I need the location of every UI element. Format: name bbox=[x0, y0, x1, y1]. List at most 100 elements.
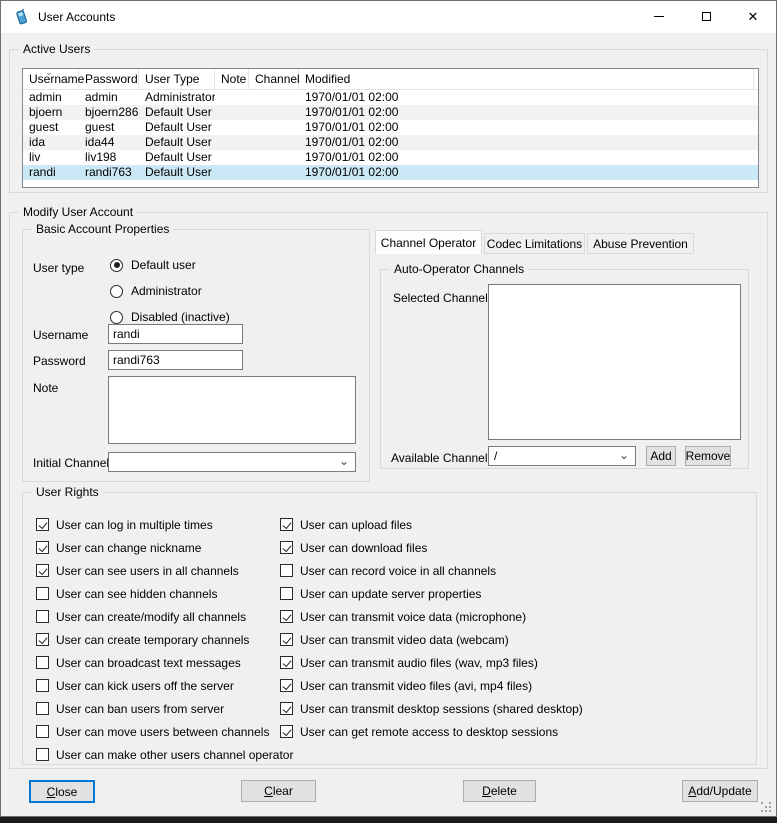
active-users-legend: Active Users bbox=[19, 42, 94, 56]
table-row-liv[interactable]: livliv198Default User1970/01/01 02:00 bbox=[23, 150, 758, 165]
checkbox-icon[interactable] bbox=[36, 587, 49, 600]
checkbox-user-can-transmit-video-data-webcam-[interactable]: User can transmit video data (webcam) bbox=[280, 628, 583, 651]
checkbox-icon[interactable] bbox=[36, 518, 49, 531]
checkbox-icon[interactable] bbox=[36, 564, 49, 577]
checkbox-user-can-broadcast-text-messages[interactable]: User can broadcast text messages bbox=[36, 651, 293, 674]
cell bbox=[249, 120, 299, 135]
selected-channels-listbox[interactable] bbox=[488, 284, 741, 440]
add-update-button[interactable]: Add/Update bbox=[682, 780, 758, 802]
table-row-ida[interactable]: idaida44Default User1970/01/01 02:00 bbox=[23, 135, 758, 150]
checkbox-user-can-kick-users-off-the-server[interactable]: User can kick users off the server bbox=[36, 674, 293, 697]
checkbox-user-can-update-server-properties[interactable]: User can update server properties bbox=[280, 582, 583, 605]
checkbox-user-can-make-other-users-channel-operat[interactable]: User can make other users channel operat… bbox=[36, 743, 293, 766]
checkbox-icon[interactable] bbox=[36, 610, 49, 623]
radio-default-user[interactable]: Default user bbox=[110, 252, 230, 278]
checkbox-icon[interactable] bbox=[280, 518, 293, 531]
checkbox-icon[interactable] bbox=[280, 702, 293, 715]
column-header-note[interactable]: Note bbox=[215, 69, 249, 89]
checkbox-icon[interactable] bbox=[36, 725, 49, 738]
checkbox-user-can-get-remote-access-to-desktop-se[interactable]: User can get remote access to desktop se… bbox=[280, 720, 583, 743]
password-input[interactable] bbox=[108, 350, 243, 370]
checkbox-user-can-upload-files[interactable]: User can upload files bbox=[280, 513, 583, 536]
checkbox-icon[interactable] bbox=[36, 748, 49, 761]
add-button[interactable]: Add bbox=[646, 446, 676, 466]
close-window-button[interactable]: ✕ bbox=[730, 1, 776, 32]
checkbox-label: User can broadcast text messages bbox=[56, 656, 241, 670]
column-header-username[interactable]: Username⌄ bbox=[23, 69, 79, 89]
username-input[interactable] bbox=[108, 324, 243, 344]
checkbox-user-can-ban-users-from-server[interactable]: User can ban users from server bbox=[36, 697, 293, 720]
radio-label: Administrator bbox=[131, 284, 202, 298]
resize-grip[interactable] bbox=[761, 802, 772, 813]
checkbox-icon[interactable] bbox=[36, 679, 49, 692]
checkbox-icon[interactable] bbox=[36, 633, 49, 646]
initial-channel-combobox[interactable]: ⌄ bbox=[108, 452, 356, 472]
table-header[interactable]: Username⌄PasswordUser TypeNote ChannelMod… bbox=[23, 69, 758, 90]
checkbox-user-can-see-users-in-all-channels[interactable]: User can see users in all channels bbox=[36, 559, 293, 582]
checkbox-label: User can make other users channel operat… bbox=[56, 748, 293, 762]
radio-administrator[interactable]: Administrator bbox=[110, 278, 230, 304]
column-header-user-type[interactable]: User Type bbox=[139, 69, 215, 89]
checkbox-user-can-download-files[interactable]: User can download files bbox=[280, 536, 583, 559]
close-button[interactable]: Close bbox=[29, 780, 95, 803]
user-rights-left-column: User can log in multiple times User can c… bbox=[36, 513, 293, 766]
note-input[interactable] bbox=[108, 376, 356, 444]
checkbox-label: User can change nickname bbox=[56, 541, 201, 555]
column-header-password[interactable]: Password bbox=[79, 69, 139, 89]
basic-account-properties-group: Basic Account Properties User type Defau… bbox=[22, 229, 370, 482]
table-row-randi[interactable]: randirandi763Default User1970/01/01 02:0… bbox=[23, 165, 758, 180]
checkbox-user-can-change-nickname[interactable]: User can change nickname bbox=[36, 536, 293, 559]
radio-icon[interactable] bbox=[110, 259, 123, 272]
user-accounts-window: User Accounts ✕ Active Users Username⌄Pa… bbox=[0, 0, 777, 817]
checkbox-label: User can kick users off the server bbox=[56, 679, 234, 693]
initial-channel-label: Initial Channel bbox=[33, 456, 109, 470]
cell: 1970/01/01 02:00 bbox=[299, 90, 754, 105]
clear-button[interactable]: Clear bbox=[241, 780, 316, 802]
checkbox-icon[interactable] bbox=[280, 679, 293, 692]
table-row-bjoern[interactable]: bjoernbjoern286Default User1970/01/01 02… bbox=[23, 105, 758, 120]
checkbox-icon[interactable] bbox=[280, 633, 293, 646]
checkbox-icon[interactable] bbox=[36, 656, 49, 669]
checkbox-icon[interactable] bbox=[280, 610, 293, 623]
maximize-button[interactable] bbox=[683, 1, 729, 32]
cell: 1970/01/01 02:00 bbox=[299, 150, 754, 165]
delete-button[interactable]: Delete bbox=[463, 780, 536, 802]
checkbox-user-can-see-hidden-channels[interactable]: User can see hidden channels bbox=[36, 582, 293, 605]
table-row-admin[interactable]: adminadminAdministrator1970/01/01 02:00 bbox=[23, 90, 758, 105]
column-header-label: Channel bbox=[255, 72, 300, 86]
checkbox-user-can-transmit-audio-files-wav-mp3-fi[interactable]: User can transmit audio files (wav, mp3 … bbox=[280, 651, 583, 674]
column-header-modified[interactable]: Modified bbox=[299, 69, 754, 89]
checkbox-user-can-transmit-voice-data-microphone-[interactable]: User can transmit voice data (microphone… bbox=[280, 605, 583, 628]
available-channels-combobox[interactable]: / ⌄ bbox=[488, 446, 636, 466]
table-row-guest[interactable]: guestguestDefault User1970/01/01 02:00 bbox=[23, 120, 758, 135]
active-users-table[interactable]: Username⌄PasswordUser TypeNote ChannelMod… bbox=[22, 68, 759, 188]
checkbox-icon[interactable] bbox=[280, 656, 293, 669]
checkbox-icon[interactable] bbox=[280, 541, 293, 554]
radio-label: Default user bbox=[131, 258, 196, 272]
cell: ida bbox=[23, 135, 79, 150]
checkbox-label: User can upload files bbox=[300, 518, 412, 532]
checkbox-user-can-move-users-between-channels[interactable]: User can move users between channels bbox=[36, 720, 293, 743]
table-body[interactable]: adminadminAdministrator1970/01/01 02:00b… bbox=[23, 90, 758, 180]
checkbox-user-can-create-modify-all-channels[interactable]: User can create/modify all channels bbox=[36, 605, 293, 628]
checkbox-icon[interactable] bbox=[280, 587, 293, 600]
remove-button[interactable]: Remove bbox=[685, 446, 731, 466]
radio-icon[interactable] bbox=[110, 311, 123, 324]
tab-codec-limitations[interactable]: Codec Limitations bbox=[484, 233, 585, 254]
checkbox-icon[interactable] bbox=[280, 564, 293, 577]
checkbox-icon[interactable] bbox=[36, 541, 49, 554]
checkbox-icon[interactable] bbox=[36, 702, 49, 715]
checkbox-user-can-transmit-video-files-avi-mp4-fi[interactable]: User can transmit video files (avi, mp4 … bbox=[280, 674, 583, 697]
titlebar[interactable]: User Accounts ✕ bbox=[1, 1, 776, 33]
checkbox-user-can-log-in-multiple-times[interactable]: User can log in multiple times bbox=[36, 513, 293, 536]
minimize-button[interactable] bbox=[636, 1, 682, 32]
tab-channel-operator[interactable]: Channel Operator bbox=[375, 230, 482, 254]
checkbox-user-can-transmit-desktop-sessions-share[interactable]: User can transmit desktop sessions (shar… bbox=[280, 697, 583, 720]
checkbox-icon[interactable] bbox=[280, 725, 293, 738]
checkbox-label: User can transmit desktop sessions (shar… bbox=[300, 702, 583, 716]
radio-icon[interactable] bbox=[110, 285, 123, 298]
column-header-channel[interactable]: Channel bbox=[249, 69, 299, 89]
checkbox-user-can-record-voice-in-all-channels[interactable]: User can record voice in all channels bbox=[280, 559, 583, 582]
checkbox-user-can-create-temporary-channels[interactable]: User can create temporary channels bbox=[36, 628, 293, 651]
tab-abuse-prevention[interactable]: Abuse Prevention bbox=[587, 233, 694, 254]
